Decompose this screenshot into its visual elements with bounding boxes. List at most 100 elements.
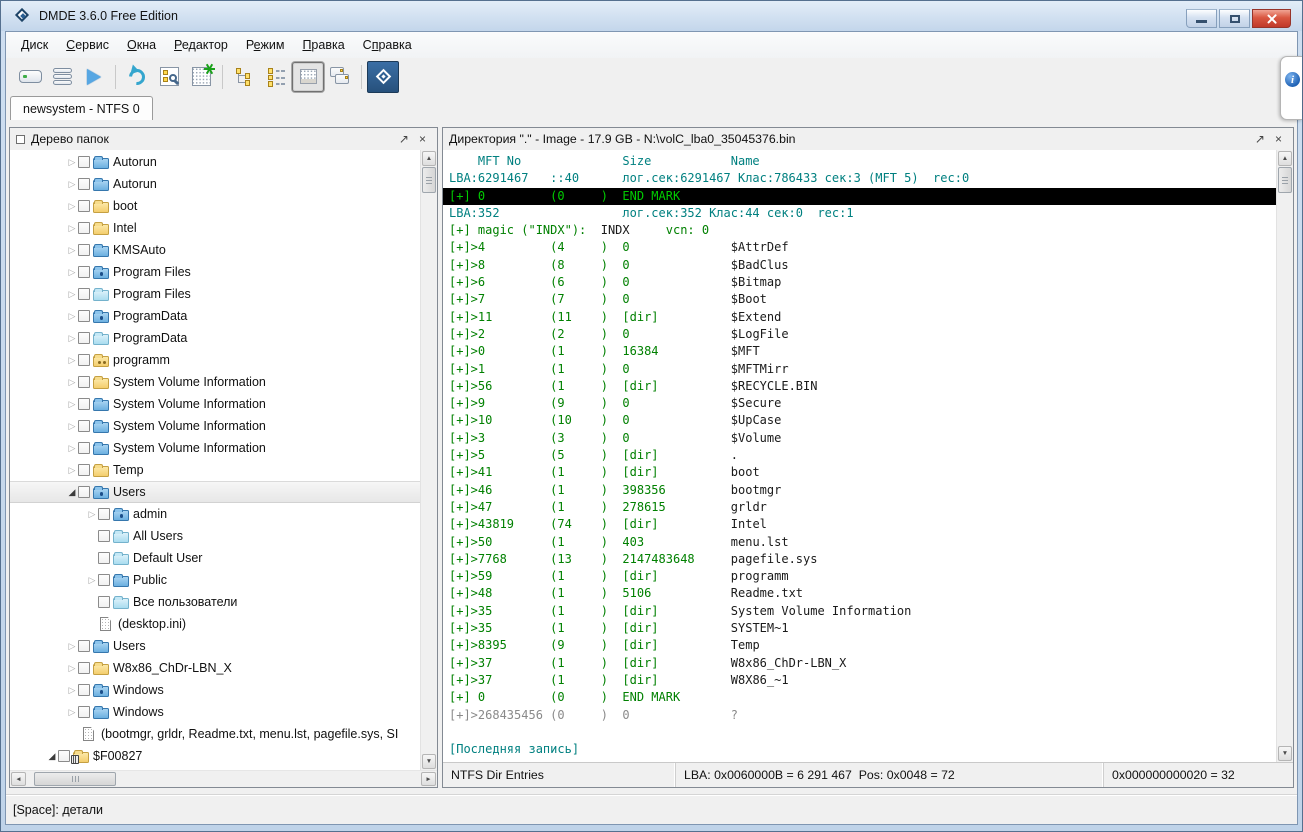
item-checkbox[interactable] (78, 310, 90, 322)
item-checkbox[interactable] (78, 486, 90, 498)
mft-row-selected[interactable]: [+] 0 (0 ) END MARK (443, 188, 1276, 205)
expander-open-icon[interactable]: ◢ (46, 751, 58, 762)
mft-row[interactable]: [+]>7768 (13 ) 2147483648 pagefile.sys (449, 551, 1275, 568)
scroll-up-icon[interactable]: ▲ (422, 151, 436, 166)
info-flyout[interactable]: i (1280, 56, 1302, 120)
panel-maximize-icon[interactable]: ↗ (1250, 133, 1270, 145)
expander-closed-icon[interactable]: ▷ (66, 685, 78, 696)
item-checkbox[interactable] (78, 640, 90, 652)
tree-item-windows[interactable]: ▷Windows (10, 701, 420, 723)
tree-item-w8x86-chdr-lbn-x[interactable]: ▷W8x86_ChDr-LBN_X (10, 657, 420, 679)
tab-newsystem-ntfs0[interactable]: newsystem - NTFS 0 (10, 96, 153, 120)
tree-item-admin[interactable]: ▷admin (10, 503, 420, 525)
directory-vertical-scrollbar[interactable]: ▲ ▼ (1276, 150, 1293, 762)
tree-item-programdata[interactable]: ▷ProgramData (10, 305, 420, 327)
menu-item-окна[interactable]: Окна (118, 34, 165, 56)
mft-row[interactable]: [+]>35 (1 ) [dir] SYSTEM~1 (449, 620, 1275, 637)
expander-closed-icon[interactable]: ▷ (66, 443, 78, 454)
mft-row[interactable]: [+]>9 (9 ) 0 $Secure (449, 395, 1275, 412)
item-checkbox[interactable] (98, 596, 110, 608)
mft-row[interactable]: [+]>2 (2 ) 0 $LogFile (449, 326, 1275, 343)
item-checkbox[interactable] (78, 398, 90, 410)
mft-row[interactable]: [+]>1 (1 ) 0 $MFTMirr (449, 361, 1275, 378)
tree-item-system-volume-information[interactable]: ▷System Volume Information (10, 371, 420, 393)
item-checkbox[interactable] (78, 706, 90, 718)
tree-item-system-volume-information[interactable]: ▷System Volume Information (10, 415, 420, 437)
expander-closed-icon[interactable]: ▷ (66, 707, 78, 718)
item-checkbox[interactable] (78, 156, 90, 168)
mft-row[interactable]: [+]>6 (6 ) 0 $Bitmap (449, 274, 1275, 291)
volumes-button[interactable] (46, 62, 78, 92)
mft-row[interactable]: [+]>37 (1 ) [dir] W8x86_ChDr-LBN_X (449, 655, 1275, 672)
scroll-thumb[interactable] (34, 772, 116, 786)
open-volume-button[interactable] (78, 62, 110, 92)
tree-item-intel[interactable]: ▷Intel (10, 217, 420, 239)
tree-horizontal-scrollbar[interactable]: ◄ ► (10, 770, 437, 787)
mft-row[interactable]: [+]>37 (1 ) [dir] W8X86_~1 (449, 672, 1275, 689)
expander-closed-icon[interactable]: ▷ (86, 575, 98, 586)
mft-row[interactable]: [+]>50 (1 ) 403 menu.lst (449, 534, 1275, 551)
scroll-down-icon[interactable]: ▼ (1278, 746, 1292, 761)
tree-item-system-volume-information[interactable]: ▷System Volume Information (10, 437, 420, 459)
tree-item-default-user[interactable]: Default User (10, 547, 420, 569)
item-checkbox[interactable] (98, 552, 110, 564)
refresh-button[interactable] (121, 62, 153, 92)
tree-vertical-scrollbar[interactable]: ▲ ▼ (420, 150, 437, 770)
scroll-thumb[interactable] (1278, 167, 1292, 193)
mft-row[interactable]: [+]>41 (1 ) [dir] boot (449, 464, 1275, 481)
menu-item-редактор[interactable]: Редактор (165, 34, 237, 56)
expander-closed-icon[interactable]: ▷ (66, 311, 78, 322)
scroll-up-icon[interactable]: ▲ (1278, 151, 1292, 166)
mft-row[interactable]: [+]>0 (1 ) 16384 $MFT (449, 343, 1275, 360)
item-checkbox[interactable] (78, 662, 90, 674)
panel-close-icon[interactable]: × (414, 133, 431, 145)
item-checkbox[interactable] (78, 684, 90, 696)
mft-row[interactable]: [+]>8 (8 ) 0 $BadClus (449, 257, 1275, 274)
menu-item-правка[interactable]: Правка (293, 34, 353, 56)
cascade-windows-button[interactable] (324, 62, 356, 92)
item-checkbox[interactable] (98, 530, 110, 542)
scroll-thumb[interactable] (422, 167, 436, 193)
item-checkbox[interactable] (78, 222, 90, 234)
list-view-button[interactable] (260, 62, 292, 92)
menu-item-режим[interactable]: Режим (237, 34, 294, 56)
item-checkbox[interactable] (78, 464, 90, 476)
tree-item-users[interactable]: ◢Users (10, 481, 420, 503)
close-button[interactable] (1252, 9, 1291, 28)
item-checkbox[interactable] (78, 376, 90, 388)
expander-closed-icon[interactable]: ▷ (66, 179, 78, 190)
mft-row[interactable]: [+]>48 (1 ) 5106 Readme.txt (449, 585, 1275, 602)
item-checkbox[interactable] (98, 508, 110, 520)
tree-item-users[interactable]: ▷Users (10, 635, 420, 657)
dmde-home-button[interactable] (367, 61, 399, 93)
tree-item-system-volume-information[interactable]: ▷System Volume Information (10, 393, 420, 415)
expander-closed-icon[interactable]: ▷ (66, 201, 78, 212)
expander-closed-icon[interactable]: ▷ (66, 377, 78, 388)
scroll-right-icon[interactable]: ► (421, 772, 436, 786)
menu-item-сервис[interactable]: Сервис (57, 34, 118, 56)
item-checkbox[interactable] (58, 750, 70, 762)
expander-closed-icon[interactable]: ▷ (66, 663, 78, 674)
mft-row[interactable]: [+]>8395 (9 ) [dir] Temp (449, 637, 1275, 654)
expander-closed-icon[interactable]: ▷ (66, 289, 78, 300)
item-checkbox[interactable] (78, 332, 90, 344)
panel-maximize-icon[interactable]: ↗ (394, 133, 414, 145)
tree-item--desktop-ini-[interactable]: (desktop.ini) (10, 613, 420, 635)
expander-closed-icon[interactable]: ▷ (66, 245, 78, 256)
mft-row[interactable]: [+]>46 (1 ) 398356 bootmgr (449, 482, 1275, 499)
expander-closed-icon[interactable]: ▷ (66, 465, 78, 476)
mft-row[interactable]: [+]>3 (3 ) 0 $Volume (449, 430, 1275, 447)
tree-item-all-users[interactable]: All Users (10, 525, 420, 547)
expander-closed-icon[interactable]: ▷ (66, 421, 78, 432)
item-checkbox[interactable] (78, 288, 90, 300)
expander-closed-icon[interactable]: ▷ (66, 157, 78, 168)
item-checkbox[interactable] (78, 442, 90, 454)
title-bar[interactable]: DMDE 3.6.0 Free Edition (1, 1, 1302, 31)
menu-item-справка[interactable]: Справка (354, 34, 421, 56)
expander-closed-icon[interactable]: ▷ (66, 333, 78, 344)
mft-row[interactable]: [+]>10 (10 ) 0 $UpCase (449, 412, 1275, 429)
tree-item-autorun[interactable]: ▷Autorun (10, 173, 420, 195)
mft-row[interactable]: [+]>47 (1 ) 278615 grldr (449, 499, 1275, 516)
expander-closed-icon[interactable]: ▷ (66, 223, 78, 234)
tree-item-programdata[interactable]: ▷ProgramData (10, 327, 420, 349)
